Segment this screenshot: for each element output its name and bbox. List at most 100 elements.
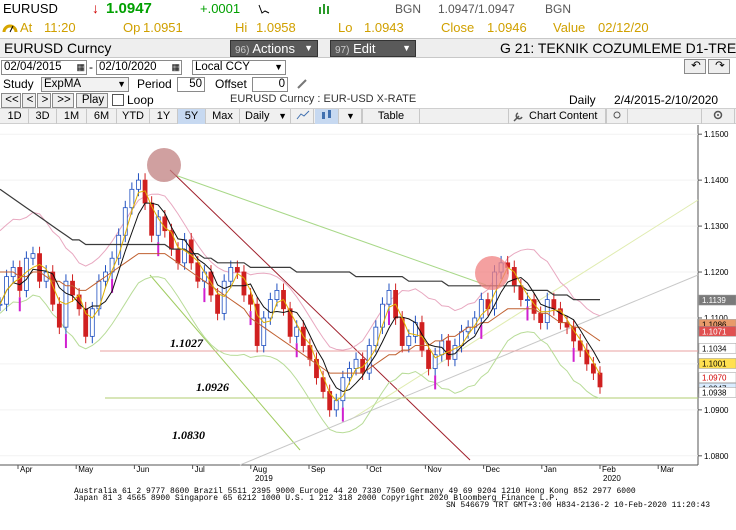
rewind-button[interactable]: < (22, 93, 36, 108)
high-value: 1.0958 (256, 20, 296, 35)
y-tick-label: 1.1300 (704, 222, 729, 231)
quote-strip: EURUSD ↓ 1.0947 +.0001 BGN 1.0947/1.0947… (0, 0, 736, 18)
period-3d[interactable]: 3D (29, 109, 57, 124)
line-chart-button[interactable] (292, 109, 314, 124)
pencil-icon[interactable] (296, 78, 308, 90)
gear-icon (713, 110, 723, 120)
candle-body (274, 290, 280, 300)
offset-input[interactable]: 0 (252, 77, 288, 92)
value-label: Value (553, 20, 586, 35)
period-ytd[interactable]: YTD (117, 109, 150, 124)
x-tick-label: Jun (136, 465, 149, 474)
x-tick-label: Jan (544, 465, 557, 474)
bar-chart-icon (319, 4, 329, 14)
candle-body (426, 349, 431, 369)
candle-body (136, 179, 141, 190)
annotation-1-0830: 1.0830 (172, 428, 205, 442)
sparkline-icon (258, 4, 270, 14)
candle-chart-button[interactable] (315, 109, 339, 124)
chart-options-button[interactable] (701, 109, 735, 124)
frequency-label: Daily (569, 93, 596, 107)
table-button[interactable]: Table (362, 109, 420, 124)
ticker: EURUSD (3, 1, 58, 16)
edit-label: Edit (353, 41, 376, 56)
playback-row: << < > >> Play Loop EURUSD Curncy : EUR-… (0, 93, 736, 108)
open-value: 1.0951 (143, 20, 183, 35)
redo-button[interactable]: ↷ (708, 59, 730, 74)
y-tick-label: 1.1500 (704, 130, 729, 139)
last-price: 1.0947 (106, 0, 152, 17)
calendar-icon[interactable]: ▦ (76, 61, 85, 74)
candle-body (511, 267, 517, 287)
candle-body (333, 400, 339, 411)
forward-fast-button[interactable]: >> (52, 93, 74, 108)
settings-icon (613, 111, 621, 119)
candle-body (175, 248, 181, 264)
calendar-icon[interactable]: ▦ (171, 61, 180, 74)
net-change: +.0001 (200, 1, 241, 16)
period-5y[interactable]: 5Y (178, 109, 206, 124)
date-separator: - (89, 60, 93, 74)
candle-body (406, 335, 412, 346)
bgn-label: BGN (395, 2, 422, 16)
candle-body (294, 326, 300, 337)
frequency-select[interactable]: Daily ▼ (241, 109, 291, 124)
period-1d[interactable]: 1D (1, 109, 29, 124)
x-tick-label: Jul (195, 465, 205, 474)
period-1y[interactable]: 1Y (150, 109, 178, 124)
open-label: Op (123, 20, 141, 35)
candle-body (215, 294, 220, 314)
candle-body (89, 308, 95, 337)
annotation-1-0926: 1.0926 (196, 380, 229, 394)
candle-body (267, 299, 273, 319)
candle-body (70, 280, 75, 296)
candle-body (195, 262, 201, 282)
candle-body (56, 303, 62, 328)
chevron-down-icon: ▼ (402, 43, 411, 53)
period-6m[interactable]: 6M (87, 109, 117, 124)
y-tick-label: 1.0800 (704, 452, 729, 461)
candle-body (287, 308, 293, 337)
forward-button[interactable]: > (37, 93, 51, 108)
candle-body (571, 326, 577, 342)
currency-select[interactable]: Local CCY ▼ (192, 60, 286, 75)
study-row: Study ExpMA ▼ Period 50 Offset 0 (0, 76, 736, 93)
period-1m[interactable]: 1M (57, 109, 87, 124)
price-label-text: 1.1071 (702, 327, 727, 336)
price-chart[interactable]: 1.1027 1.0926 1.0830 1.1500 1.1400 1.1300 1… (0, 125, 736, 485)
chevron-down-icon: ▼ (274, 62, 283, 72)
highlight-circle-mid (475, 256, 509, 290)
at-time: 11:20 (44, 20, 76, 35)
period-input[interactable]: 50 (177, 77, 205, 92)
study-select[interactable]: ExpMA ▼ (41, 77, 129, 92)
price-labels: 1.11391.10861.10711.10341.10011.09701.09… (698, 294, 736, 398)
candle-body (129, 188, 135, 209)
x-tick-label: Mar (660, 465, 674, 474)
high-label: Hi (235, 20, 248, 35)
bgn-label-2: BGN (545, 2, 572, 16)
period-max[interactable]: Max (206, 109, 240, 124)
year-label-2019: 2019 (255, 474, 273, 483)
candle-body (551, 299, 557, 310)
candle-body (525, 299, 530, 301)
actions-menu-button[interactable]: 96) Actions ▼ (230, 40, 318, 57)
highlight-circle-top (147, 148, 181, 182)
line-chart-icon (296, 110, 309, 120)
play-button[interactable]: Play (76, 93, 108, 108)
candle-body (597, 372, 603, 388)
date-row: 02/04/2015 ▦ - 02/10/2020 ▦ Local CCY ▼ ↶ ↷ (0, 58, 736, 76)
redo-icon: ↷ (715, 60, 725, 72)
chart-settings-button[interactable] (606, 109, 628, 124)
undo-button[interactable]: ↶ (684, 59, 706, 74)
edit-menu-button[interactable]: 97) Edit ▼ (330, 40, 416, 57)
x-tick-label: Sep (311, 465, 326, 474)
chart-type-dropdown[interactable]: ▼ (340, 109, 362, 124)
end-date-field[interactable]: 02/10/2020 ▦ (96, 60, 182, 75)
wrench-icon (513, 112, 523, 122)
start-date-field[interactable]: 02/04/2015 ▦ (1, 60, 87, 75)
loop-checkbox[interactable] (112, 94, 124, 106)
rewind-fast-button[interactable]: << (1, 93, 21, 108)
candle-body (234, 267, 240, 273)
gauge-icon (2, 24, 18, 33)
candle-body (386, 290, 392, 305)
